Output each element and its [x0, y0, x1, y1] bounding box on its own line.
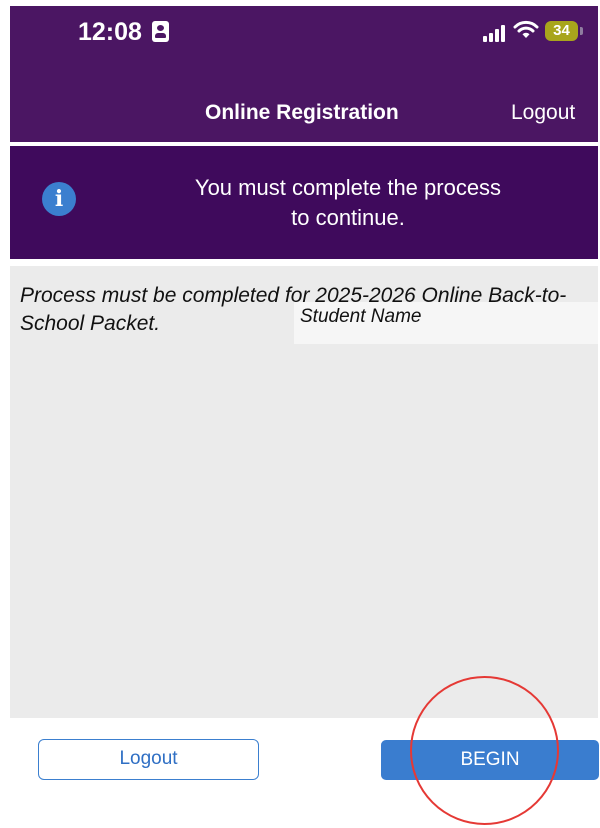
header-logout-link[interactable]: Logout — [511, 101, 575, 125]
content-panel: Student Name Process must be completed f… — [10, 266, 598, 718]
banner-message: You must complete the process to continu… — [194, 175, 502, 230]
info-icon: i — [42, 182, 76, 216]
info-banner: i You must complete the process to conti… — [10, 146, 598, 259]
process-message: Process must be completed for 2025-2026 … — [20, 284, 567, 335]
status-time: 12:08 — [78, 18, 142, 46]
battery-icon: 34 — [545, 21, 578, 41]
wifi-icon — [513, 20, 539, 38]
logout-button[interactable]: Logout — [38, 739, 259, 780]
contact-card-icon — [152, 21, 169, 42]
page-title: Online Registration — [205, 101, 399, 124]
begin-button[interactable]: BEGIN — [381, 740, 599, 780]
battery-nub — [580, 27, 583, 35]
